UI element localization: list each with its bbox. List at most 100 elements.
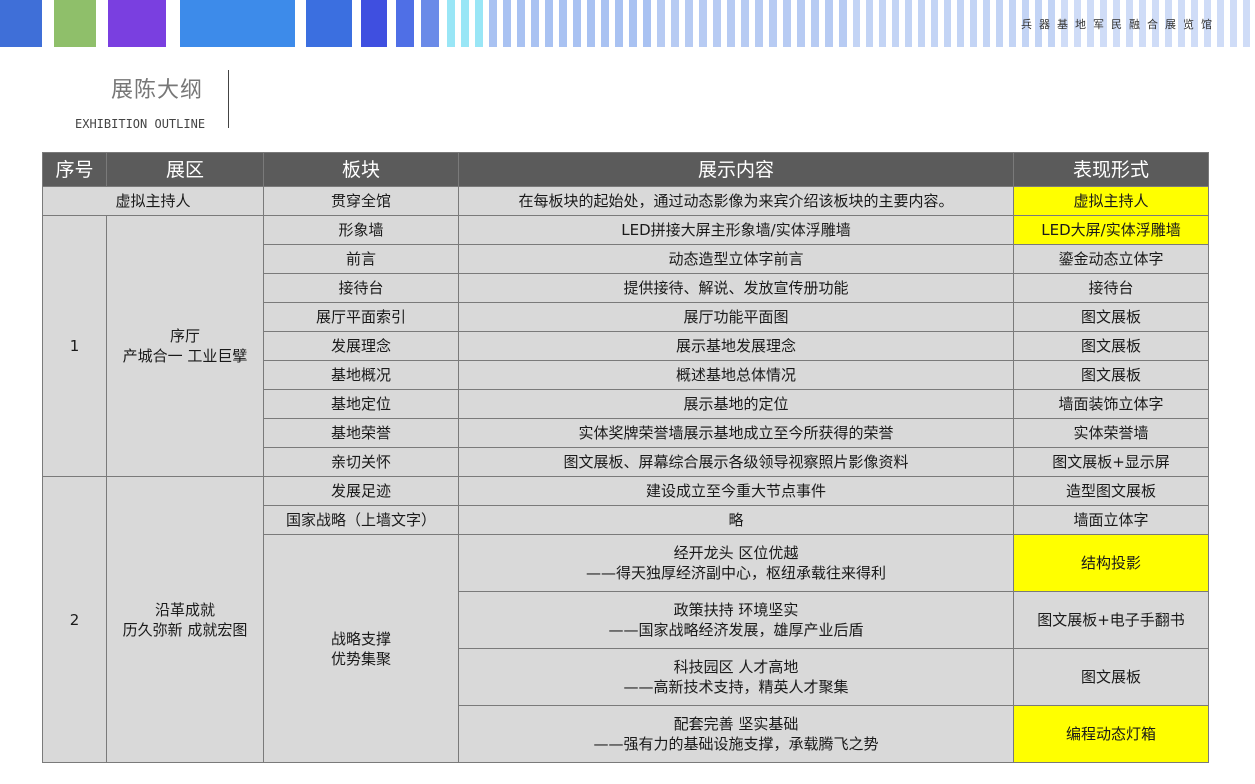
content-cell: 科技园区 人才高地 ——高新技术支持，精英人才聚集 (458, 648, 1014, 706)
section-cell: 基地概况 (263, 360, 459, 390)
stripe (825, 0, 833, 47)
header-section: 板块 (263, 152, 459, 187)
group2-zone: 沿革成就 历久弥新 成就宏图 (106, 476, 264, 763)
section-cell: 接待台 (263, 273, 459, 303)
stripe (1243, 0, 1250, 47)
content-line1: 政策扶持 环境坚实 (673, 601, 799, 619)
stripe (629, 0, 637, 47)
stripe (866, 0, 873, 47)
heading-divider (228, 70, 229, 128)
strategy-section-line2: 优势集聚 (330, 649, 391, 668)
form-cell: 图文展板 (1013, 302, 1209, 332)
stripe (853, 0, 860, 47)
content-cell: 建设成立至今重大节点事件 (458, 476, 1014, 506)
header-form: 表现形式 (1013, 152, 1209, 187)
color-block (108, 0, 166, 47)
stripe (447, 0, 455, 47)
stripe (970, 0, 977, 47)
header-zone: 展区 (106, 152, 264, 187)
stripe (811, 0, 819, 47)
stripe (996, 0, 1003, 47)
content-cell: 经开龙头 区位优越 ——得天独厚经济副中心，枢纽承载往来得利 (458, 534, 1014, 592)
group1-zone-line2: 产城合一 工业巨擘 (122, 347, 248, 365)
stripe (587, 0, 595, 47)
group2-zone-line2: 历久弥新 成就宏图 (122, 620, 248, 639)
intro-section: 贯穿全馆 (263, 186, 459, 216)
stripe (905, 0, 912, 47)
stripe (918, 0, 925, 47)
intro-content: 在每板块的起始处，通过动态影像为来宾介绍该板块的主要内容。 (458, 186, 1014, 216)
stripe (713, 0, 721, 47)
strategy-section-line1: 战略支撑 (330, 629, 391, 648)
intro-form: 虚拟主持人 (1013, 186, 1209, 216)
color-block (396, 0, 414, 47)
table-row: 2 沿革成就 历久弥新 成就宏图 发展足迹 建设成立至今重大节点事件 造型图文展… (42, 476, 1209, 763)
stripe (879, 0, 886, 47)
stripe (783, 0, 791, 47)
stripe (671, 0, 679, 47)
section-cell: 亲切关怀 (263, 447, 459, 477)
stripe (931, 0, 938, 47)
content-cell: LED拼接大屏主形象墙/实体浮雕墙 (458, 215, 1014, 245)
stripe (643, 0, 651, 47)
stripe (489, 0, 497, 47)
stripe (983, 0, 990, 47)
page-subtitle: EXHIBITION OUTLINE (75, 117, 206, 131)
strategy-section: 战略支撑 优势集聚 (263, 534, 459, 763)
section-cell: 前言 (263, 244, 459, 274)
section-cell: 国家战略（上墙文字） (263, 505, 459, 535)
stripe (615, 0, 623, 47)
color-block (306, 0, 352, 47)
top-decorative-bar: 兵器基地军民融合展览馆 (0, 0, 1255, 47)
form-cell: LED大屏/实体浮雕墙 (1013, 215, 1209, 245)
table-row: 1 序厅 产城合一 工业巨擘 形象墙 LED拼接大屏主形象墙/实体浮雕墙 LED… (42, 215, 1209, 477)
hall-name: 兵器基地军民融合展览馆 (1021, 18, 1219, 31)
section-cell: 形象墙 (263, 215, 459, 245)
color-block (54, 0, 96, 47)
stripe (1009, 0, 1016, 47)
table-row: 虚拟主持人 贯穿全馆 在每板块的起始处，通过动态影像为来宾介绍该板块的主要内容。… (42, 186, 1209, 216)
header-content: 展示内容 (458, 152, 1014, 187)
content-cell: 动态造型立体字前言 (458, 244, 1014, 274)
content-line1: 科技园区 人才高地 (673, 658, 799, 676)
stripe (957, 0, 964, 47)
stripe (461, 0, 469, 47)
form-cell: 实体荣誉墙 (1013, 418, 1209, 448)
stripe (601, 0, 609, 47)
content-line2: ——高新技术支持，精英人才聚集 (623, 678, 849, 696)
section-cell: 基地荣誉 (263, 418, 459, 448)
section-cell: 基地定位 (263, 389, 459, 419)
stripe (475, 0, 483, 47)
stripe (517, 0, 525, 47)
stripe (839, 0, 847, 47)
stripe (797, 0, 805, 47)
section-cell: 展厅平面索引 (263, 302, 459, 332)
content-line1: 经开龙头 区位优越 (673, 544, 799, 562)
color-block (361, 0, 387, 47)
stripe (545, 0, 553, 47)
content-cell: 图文展板、屏幕综合展示各级领导视察照片影像资料 (458, 447, 1014, 477)
intro-zone: 虚拟主持人 (42, 186, 264, 216)
content-cell: 政策扶持 环境坚实 ——国家战略经济发展，雄厚产业后盾 (458, 591, 1014, 649)
stripe (699, 0, 707, 47)
header-no: 序号 (42, 152, 107, 187)
content-cell: 展示基地发展理念 (458, 331, 1014, 361)
stripe (769, 0, 777, 47)
stripe (892, 0, 899, 47)
content-line1: 配套完善 坚实基础 (673, 715, 799, 733)
form-cell: 造型图文展板 (1013, 476, 1209, 506)
table-header-row: 序号 展区 板块 展示内容 表现形式 (42, 152, 1209, 187)
content-cell: 配套完善 坚实基础 ——强有力的基础设施支撑，承载腾飞之势 (458, 705, 1014, 763)
stripe (573, 0, 581, 47)
stripe (1230, 0, 1237, 47)
content-cell: 展厅功能平面图 (458, 302, 1014, 332)
outline-table: 序号 展区 板块 展示内容 表现形式 虚拟主持人 贯穿全馆 在每板块的起始处，通… (42, 152, 1209, 763)
form-cell: 鎏金动态立体字 (1013, 244, 1209, 274)
stripe (741, 0, 749, 47)
content-line2: ——得天独厚经济副中心，枢纽承载往来得利 (585, 564, 886, 582)
form-cell: 图文展板 (1013, 331, 1209, 361)
form-cell: 结构投影 (1013, 534, 1209, 592)
stripe (727, 0, 735, 47)
color-block (0, 0, 42, 47)
section-cell: 发展理念 (263, 331, 459, 361)
